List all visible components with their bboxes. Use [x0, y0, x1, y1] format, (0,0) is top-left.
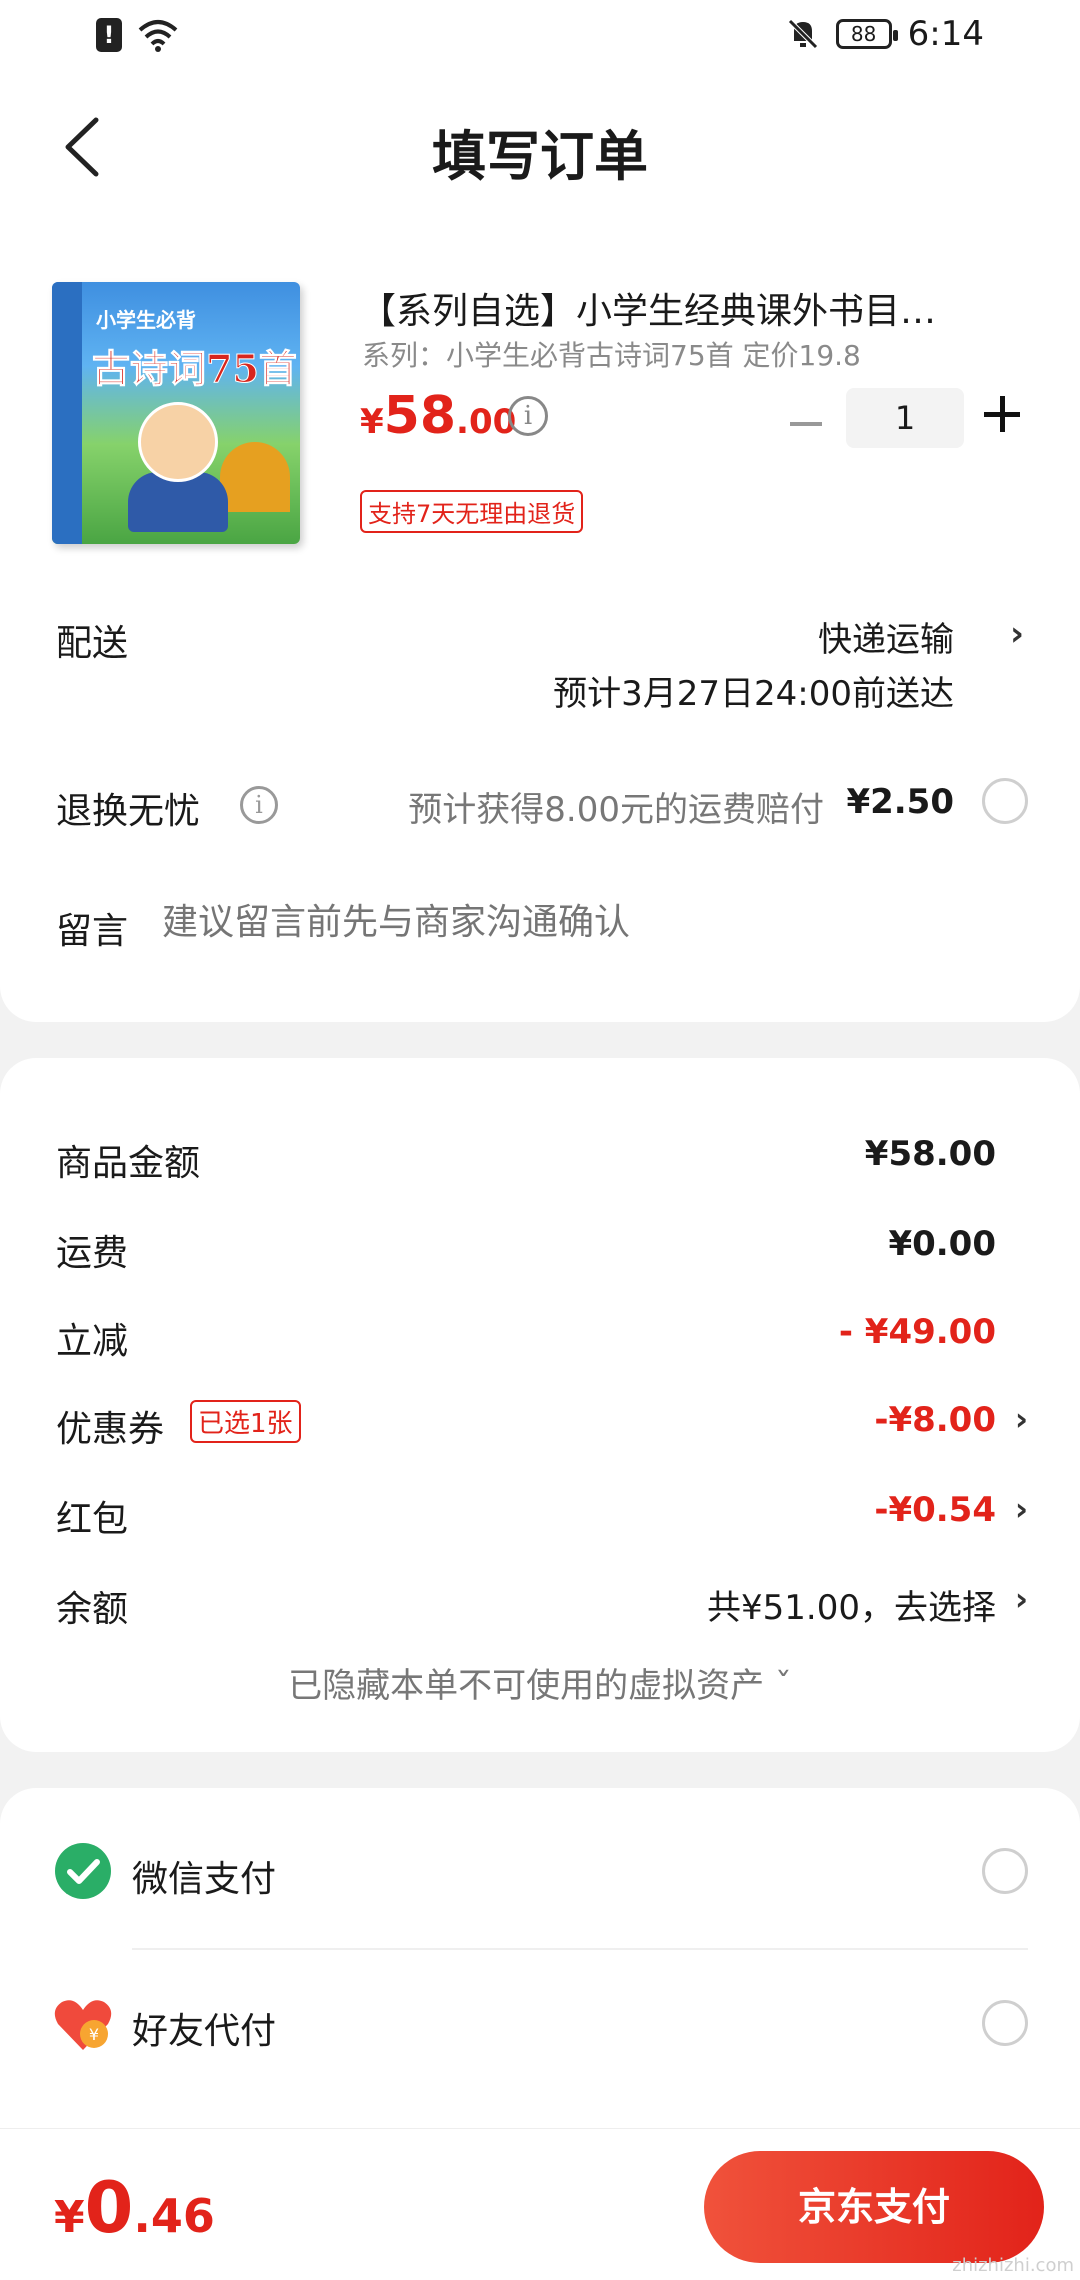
friend-pay-label[interactable]: 好友代付: [132, 2002, 276, 2054]
instant-discount-label: 立减: [56, 1321, 129, 1362]
friend-pay-radio[interactable]: [982, 2000, 1028, 2046]
price-decimal: .00: [456, 402, 517, 442]
coupon-label[interactable]: 优惠券: [56, 1400, 164, 1452]
header: 填写订单: [0, 72, 1080, 222]
book-kid-head: [138, 402, 218, 482]
quantity-increase-button[interactable]: [984, 394, 1024, 434]
book-spine: [52, 282, 82, 544]
red-packet-label[interactable]: 红包: [56, 1490, 128, 1542]
instant-discount-value: - ¥49.00: [838, 1312, 996, 1352]
battery-icon: 88: [835, 19, 898, 49]
return-service-price: ¥2.50: [846, 782, 954, 822]
wechat-pay-icon: [55, 1843, 111, 1899]
message-input[interactable]: [162, 902, 1022, 943]
book-mountain: [220, 442, 290, 512]
wechat-pay-label[interactable]: 微信支付: [132, 1850, 276, 1902]
red-packet-chevron-icon[interactable]: ›: [1015, 1490, 1028, 1528]
return-service-info-icon[interactable]: i: [240, 786, 278, 824]
product-title[interactable]: 【系列自选】小学生经典课外书目…: [360, 282, 1000, 334]
status-left: !: [96, 18, 178, 52]
page-title: 填写订单: [432, 125, 648, 188]
delivery-method[interactable]: 快递运输: [818, 612, 954, 661]
sim-alert-icon: !: [96, 18, 122, 52]
balance-label[interactable]: 余额: [56, 1580, 128, 1632]
price-info-icon[interactable]: i: [508, 396, 548, 436]
price-integer: 58: [383, 386, 457, 446]
return-service-label: 退换无忧: [56, 791, 201, 832]
delivery-eta: 预计3月27日24:00前送达: [553, 674, 954, 714]
clock: 6:14: [907, 14, 984, 54]
mute-bell-icon: [787, 19, 818, 49]
jd-pay-button[interactable]: 京东支付: [704, 2151, 1044, 2263]
book-cover-title: 古诗词75首: [92, 346, 298, 392]
price-symbol: ¥: [360, 402, 384, 442]
friend-pay-icon: ¥: [54, 2000, 112, 2050]
book-cover-small-text: 小学生必背: [96, 308, 196, 332]
goods-amount-value: ¥58.00: [864, 1134, 996, 1174]
delivery-chevron-icon[interactable]: ›: [1010, 614, 1024, 654]
message-label: 留言: [56, 911, 129, 952]
price-summary-card: 商品金额 ¥58.00 运费 ¥0.00 立减 - ¥49.00 优惠券 已选1…: [0, 1058, 1080, 1752]
svg-text:¥: ¥: [89, 2025, 99, 2044]
goods-amount-label: 商品金额: [56, 1143, 201, 1184]
product-spec[interactable]: 系列：小学生必背古诗词75首 定价19.8: [362, 334, 861, 374]
status-right: 88 6:14: [786, 14, 984, 54]
coupon-selected-badge[interactable]: 已选1张: [190, 1400, 301, 1443]
total-symbol: ¥: [54, 2192, 85, 2243]
hidden-assets-toggle[interactable]: 已隐藏本单不可使用的虚拟资产 ˇ: [0, 1658, 1080, 1707]
wechat-pay-radio[interactable]: [982, 1848, 1028, 1894]
return-policy-badge: 支持7天无理由退货: [360, 490, 584, 533]
shipping-label: 运费: [56, 1233, 129, 1274]
order-info-card: 小学生必背 古诗词75首 【系列自选】小学生经典课外书目… 系列：小学生必背古诗…: [0, 222, 1080, 1022]
balance-chevron-icon[interactable]: ›: [1015, 1580, 1028, 1618]
payment-methods-card: 微信支付 ¥ 好友代付: [0, 1788, 1080, 2128]
coupon-value[interactable]: -¥8.00: [874, 1400, 996, 1440]
status-bar: ! 88 6:14: [0, 0, 1080, 72]
total-price: ¥0.46: [54, 2167, 215, 2249]
coupon-chevron-icon[interactable]: ›: [1015, 1400, 1028, 1438]
red-packet-value[interactable]: -¥0.54: [874, 1490, 996, 1530]
wifi-icon: [138, 20, 178, 52]
total-integer: 0: [84, 2167, 134, 2249]
return-service-radio[interactable]: [982, 778, 1028, 824]
product-price: ¥58.00: [360, 386, 516, 446]
balance-value[interactable]: 共¥51.00，去选择: [707, 1580, 996, 1629]
quantity-input[interactable]: 1: [846, 388, 964, 448]
delivery-label: 配送: [56, 623, 129, 664]
watermark: zhizhizhi.com: [952, 2255, 1074, 2276]
return-service-desc: 预计获得8.00元的运费赔付: [408, 790, 824, 830]
quantity-decrease-button[interactable]: [790, 422, 822, 426]
bottom-bar: ¥0.46 京东支付 zhizhizhi.com: [0, 2128, 1080, 2280]
product-image[interactable]: 小学生必背 古诗词75首: [52, 282, 300, 544]
shipping-value: ¥0.00: [888, 1224, 996, 1264]
total-decimal: .46: [133, 2189, 215, 2243]
payment-divider: [132, 1948, 1028, 1950]
